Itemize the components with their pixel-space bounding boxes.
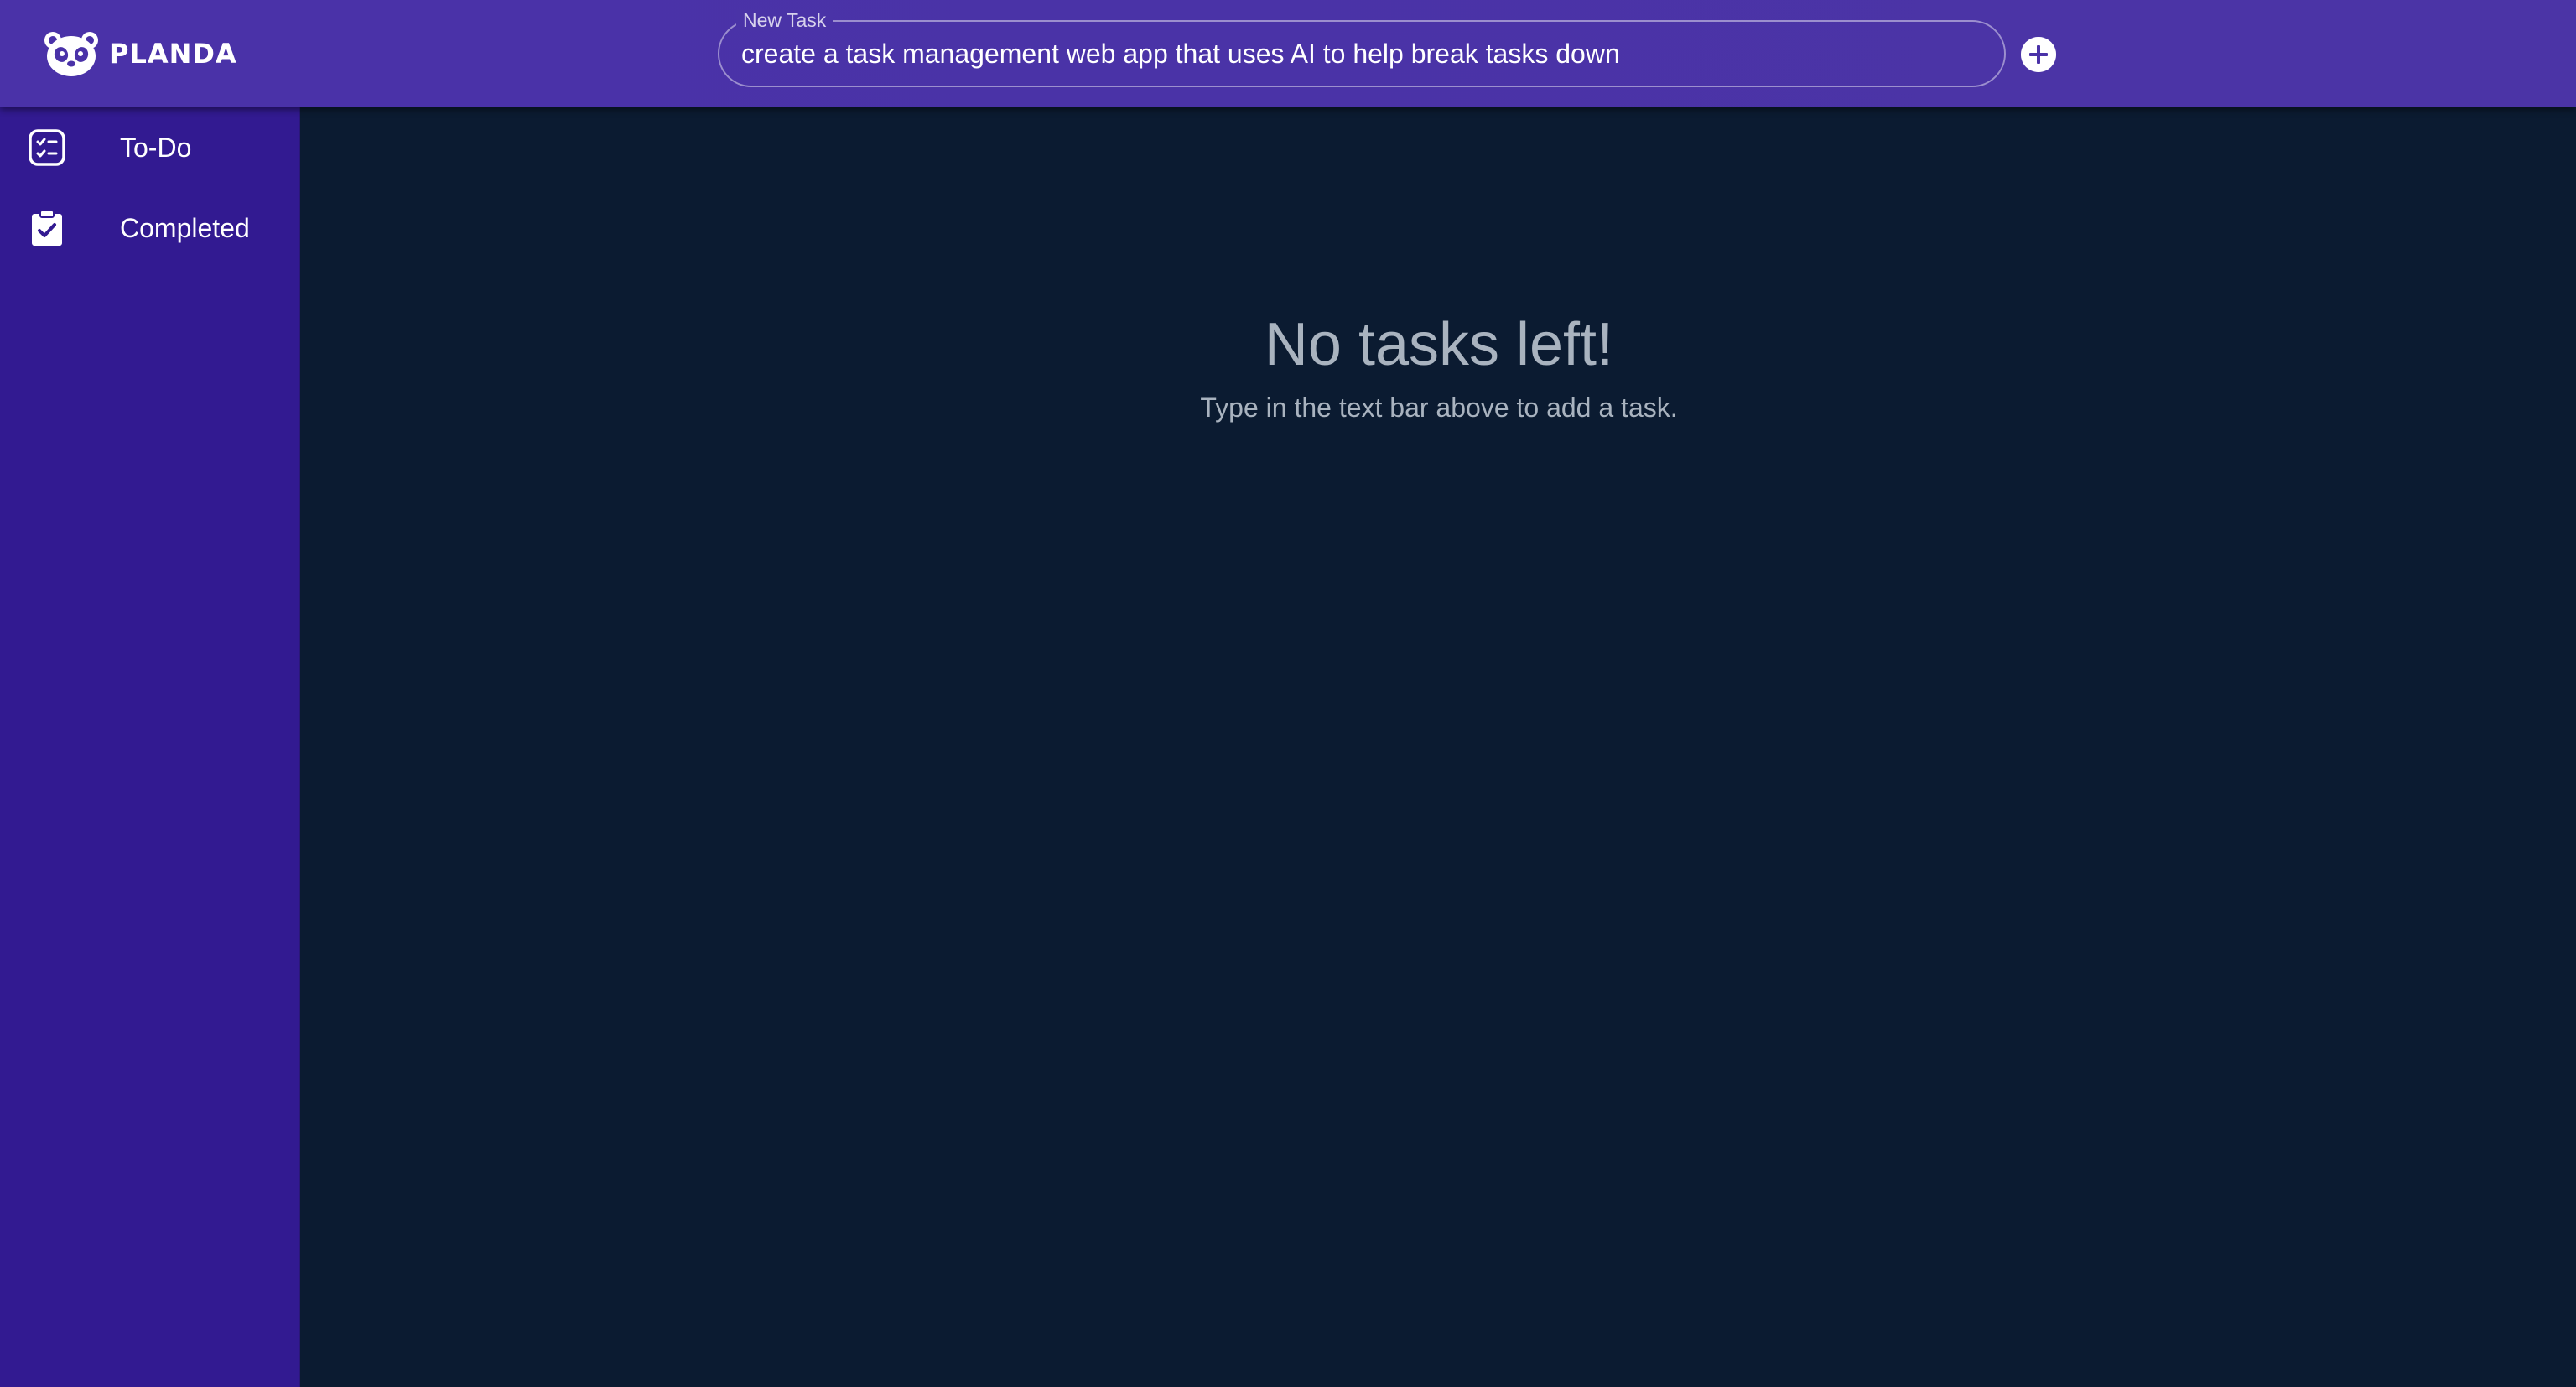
new-task-field[interactable]: New Task (718, 9, 2006, 87)
empty-state-subtitle: Type in the text bar above to add a task… (1200, 392, 1678, 423)
plus-circle-icon (2021, 37, 2056, 72)
sidebar: To-Do Completed (0, 107, 300, 1387)
sidebar-item-label: To-Do (120, 132, 192, 163)
clipboard-check-icon (27, 208, 67, 248)
app-header: PLANDA New Task (0, 0, 2576, 107)
add-task-button[interactable] (2021, 37, 2056, 72)
new-task-input[interactable] (741, 22, 1982, 86)
panda-face-icon (44, 32, 98, 76)
app-logo-text: PLANDA (109, 38, 237, 70)
sidebar-item-completed[interactable]: Completed (0, 188, 300, 268)
checklist-icon (27, 127, 67, 168)
main-content: No tasks left! Type in the text bar abov… (302, 107, 2576, 1387)
sidebar-item-todo[interactable]: To-Do (0, 107, 300, 188)
app-logo[interactable]: PLANDA (44, 30, 237, 77)
sidebar-item-label: Completed (120, 212, 250, 243)
empty-state-title: No tasks left! (1264, 311, 1614, 378)
